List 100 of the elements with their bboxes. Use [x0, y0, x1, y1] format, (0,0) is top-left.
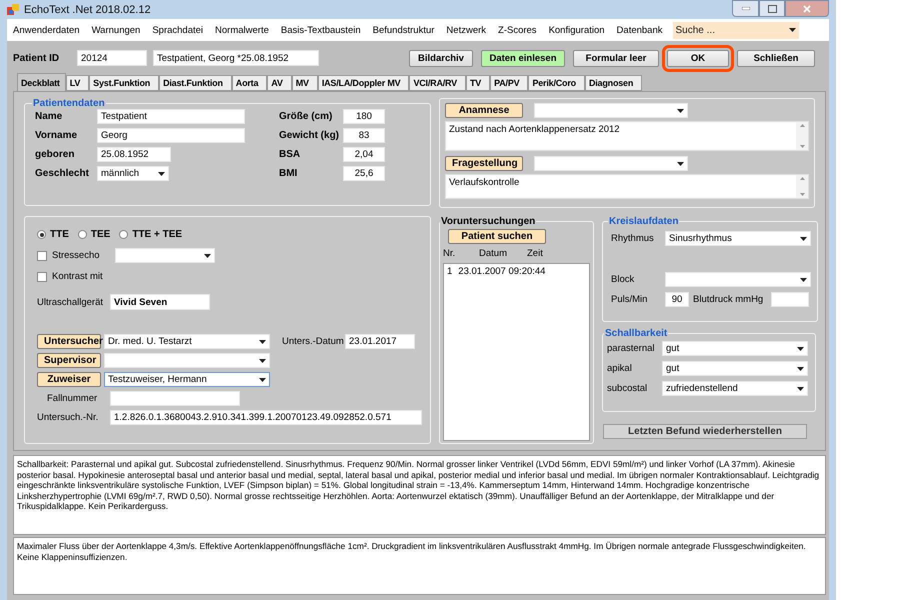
menu-item[interactable]: Konfiguration — [548, 24, 605, 36]
checkbox[interactable] — [37, 272, 47, 282]
minimize-button[interactable] — [732, 0, 759, 17]
dropdown-field[interactable]: gut — [662, 361, 808, 376]
input-field[interactable] — [771, 292, 809, 307]
input-field[interactable]: Georg — [97, 128, 245, 143]
radio-label: TEE — [90, 229, 110, 240]
scroll-bar[interactable] — [796, 122, 808, 150]
dropdown-field[interactable] — [115, 248, 215, 263]
input-field[interactable]: Testpatient, Georg *25.08.1952 — [153, 50, 319, 66]
input-field[interactable]: 25.08.1952 — [97, 147, 171, 162]
field-label: Vorname — [35, 130, 78, 141]
window-title: EchoText .Net 2018.02.12 — [24, 4, 151, 16]
dropdown-field[interactable] — [104, 353, 270, 368]
caret-icon — [677, 162, 684, 166]
checkbox-label: Stressecho — [52, 250, 101, 261]
caret-icon — [800, 236, 807, 240]
dropdown-field[interactable]: männlich — [97, 166, 169, 181]
dropdown-field[interactable] — [534, 103, 688, 118]
field-label: Unters.-Datum — [282, 336, 342, 347]
input-field[interactable]: 25,6 — [343, 166, 385, 181]
maximize-button[interactable] — [759, 0, 785, 17]
field-label: Ultraschallgerät — [37, 296, 104, 308]
group-title: Schallbarkeit — [604, 328, 668, 339]
dropdown-field[interactable]: Sinusrhythmus — [665, 231, 811, 246]
input-field[interactable]: 20124 — [77, 50, 147, 66]
caret-icon — [158, 172, 165, 176]
caret-icon — [204, 254, 211, 258]
search-patient-button[interactable]: Patient suchen — [448, 229, 546, 244]
field-label: parasternal — [607, 343, 656, 354]
menu-item[interactable]: Netzwerk — [446, 24, 486, 36]
radio-label: TTE + TEE — [132, 229, 182, 240]
checkbox-label: Kontrast mit — [52, 271, 104, 282]
menu-item[interactable]: Basis-Textbaustein — [280, 24, 361, 36]
tab[interactable]: MV — [292, 75, 318, 91]
menu-item[interactable]: Normalwerte — [215, 24, 269, 36]
tab[interactable]: VCI/RA/RV — [409, 75, 466, 91]
scroll-bar[interactable] — [796, 175, 808, 198]
person-button[interactable]: Supervisor — [37, 353, 101, 368]
radio-button[interactable] — [119, 230, 128, 239]
menu-item[interactable]: Z-Scores — [498, 24, 537, 36]
caret-icon — [259, 378, 266, 382]
tab[interactable]: Perik/Coro — [528, 75, 585, 91]
input-field[interactable]: 23.01.2017 — [345, 334, 415, 349]
dropdown-field[interactable]: zufriedenstellend — [662, 381, 808, 396]
input-field[interactable]: 180 — [343, 109, 385, 124]
menu-item[interactable]: Anwenderdaten — [13, 24, 80, 36]
app-icon — [7, 4, 19, 15]
input-field[interactable]: 83 — [343, 128, 385, 143]
toolbar-button[interactable]: Formular leer — [573, 50, 659, 66]
report-text[interactable]: Maximaler Fluss über der Aortenklappe 4,3m/s. Effektive Aortenklappenöffnungsfläche 1cm². Druckgradient im linksventrikulären Ausflusstrakt 4mmHg. Im Übrigen normale antegrade Flussgeschwindigkeiten. Keine Klappeninsuffizienzen. — [13, 537, 826, 595]
list-cell: 1 — [447, 266, 452, 277]
group-title: Voruntersuchungen — [440, 216, 536, 227]
input-field[interactable]: Testpatient — [97, 109, 245, 124]
tab[interactable]: IAS/LA/Doppler MV — [318, 75, 410, 91]
field-label: Gewicht (kg) — [279, 130, 340, 141]
input-field[interactable]: 90 — [665, 292, 689, 307]
tab[interactable]: Aorta — [232, 75, 268, 91]
person-button[interactable]: Zuweiser — [37, 372, 101, 387]
checkbox[interactable] — [37, 250, 47, 260]
toolbar-button[interactable]: Schließen — [737, 50, 815, 66]
input-field[interactable] — [110, 391, 240, 406]
close-button[interactable] — [785, 0, 829, 17]
radio-button[interactable] — [37, 230, 46, 239]
menu-item[interactable]: Datenbank — [616, 24, 662, 36]
tab[interactable]: TV — [466, 75, 490, 91]
restore-button[interactable]: Letzten Befund wiederherstellen — [603, 424, 807, 439]
toolbar-button[interactable]: Bildarchiv — [409, 50, 473, 66]
scroll-down-icon — [800, 145, 804, 148]
toolbar-button[interactable]: Daten einlesen — [481, 50, 565, 66]
field-label: Geschlecht — [35, 168, 90, 179]
dropdown-field[interactable]: gut — [662, 341, 808, 356]
tab[interactable]: Diagnosen — [584, 75, 642, 91]
caret-icon — [800, 278, 807, 282]
section-button[interactable]: Anamnese — [445, 103, 523, 118]
tab[interactable]: PA/PV — [490, 75, 528, 91]
input-field[interactable]: Vivid Seven — [110, 294, 210, 310]
group-title: Patientendaten — [32, 98, 106, 109]
search-field[interactable]: Suche ... — [672, 22, 798, 38]
section-button[interactable]: Fragestellung — [445, 156, 523, 171]
tab[interactable]: AV — [267, 75, 292, 91]
dropdown-field[interactable] — [665, 272, 811, 287]
column-header: Zeit — [527, 248, 544, 259]
history-list[interactable]: 1 23.01.2007 09:20:44 — [443, 263, 590, 441]
scroll-down-icon — [800, 193, 804, 196]
input-field[interactable]: 1.2.826.0.1.3680043.2.910.341.399.1.20070123.49.092852.0.571 — [110, 410, 422, 425]
dropdown-field[interactable] — [534, 156, 688, 171]
person-button[interactable]: Untersucher — [37, 334, 101, 349]
tab[interactable]: Diast.Funktion — [159, 75, 232, 91]
input-field[interactable]: 2,04 — [343, 147, 385, 162]
radio-button[interactable] — [78, 230, 87, 239]
tab[interactable]: Syst.Funktion — [89, 75, 160, 91]
menu-item[interactable]: Warnungen — [92, 24, 140, 36]
menu-item[interactable]: Sprachdatei — [152, 24, 204, 36]
menu-item[interactable]: Befundstruktur — [372, 24, 434, 36]
dropdown-field[interactable]: Testzuweiser, Hermann — [104, 372, 270, 387]
report-text[interactable]: Schallbarkeit: Parasternal und apikal gut. Subcostal zufriedenstellend. Sinusrhythmus. Frequenz 90/Min. Normal grosser linker Ventrikel (LVDd 56mm, EDVI 59ml/m²) und linker Vorhof (LA 37mm). Akinesie posterior basal. Hypokinesie anteroseptal basal und anterior basal und medial, septal, lateral basal und apikal, posterior medial und inferior basal und medial. Im übrigen normaler Kontraktionsablauf. Leichtgradig eingeschränkte linksventrikuläre systolische Funktion, LVEF (Simpson biplan) = 51%. Global longitudinal strain = -13,4%. Kammerseptum 14mm, Hinterwand 14mm. Hochgradige konzentrische Linksherzhypertrophie (LVMI 69g/m².7, RWD 0,50). Normal grosse rechtsseitige Herzhöhlen. Aorta: Aortenwurzel ektatisch (39mm). Unauffälliger Befund an der Aortenklappe, der Mitralklappe und der Trikuspidalklappe. Kein Perikarderguss. — [13, 455, 826, 535]
dropdown-field[interactable]: Dr. med. U. Testarzt — [104, 334, 270, 349]
tab[interactable]: Deckblatt — [17, 73, 66, 91]
tab[interactable]: LV — [66, 75, 90, 91]
